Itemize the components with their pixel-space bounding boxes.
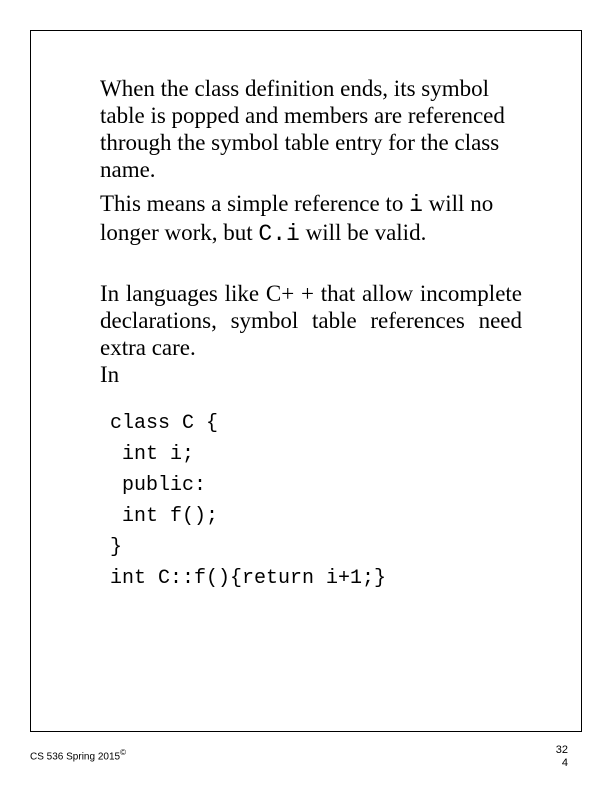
- text-span: This means a simple reference to: [100, 191, 409, 216]
- code-block: class C { int i; public: int f(); } int …: [110, 408, 522, 594]
- paragraph-3: In languages like C+ + that allow incomp…: [100, 280, 522, 361]
- slide-content: When the class definition ends, its symb…: [100, 75, 522, 594]
- paragraph-1: When the class definition ends, its symb…: [100, 75, 522, 184]
- page-number-top: 32: [556, 744, 568, 757]
- paragraph-3b: In: [100, 361, 522, 388]
- footer-left: CS 536 Spring 2015©: [30, 748, 126, 762]
- code-line: public:: [110, 474, 206, 497]
- inline-code-i: i: [409, 192, 423, 218]
- copyright-symbol: ©: [120, 748, 126, 757]
- code-line: int C::f(){return i+1;}: [110, 567, 386, 590]
- code-line: }: [110, 536, 122, 559]
- inline-code-ci: C.i: [258, 221, 299, 247]
- code-line: int i;: [110, 443, 194, 466]
- paragraph-2: This means a simple reference to i will …: [100, 190, 522, 248]
- text-span: will be valid.: [300, 220, 426, 245]
- course-label: CS 536 Spring 2015: [30, 751, 120, 762]
- page-number-bottom: 4: [556, 757, 568, 770]
- footer-right: 32 4: [556, 744, 568, 770]
- code-line: class C {: [110, 412, 218, 435]
- code-line: int f();: [110, 505, 218, 528]
